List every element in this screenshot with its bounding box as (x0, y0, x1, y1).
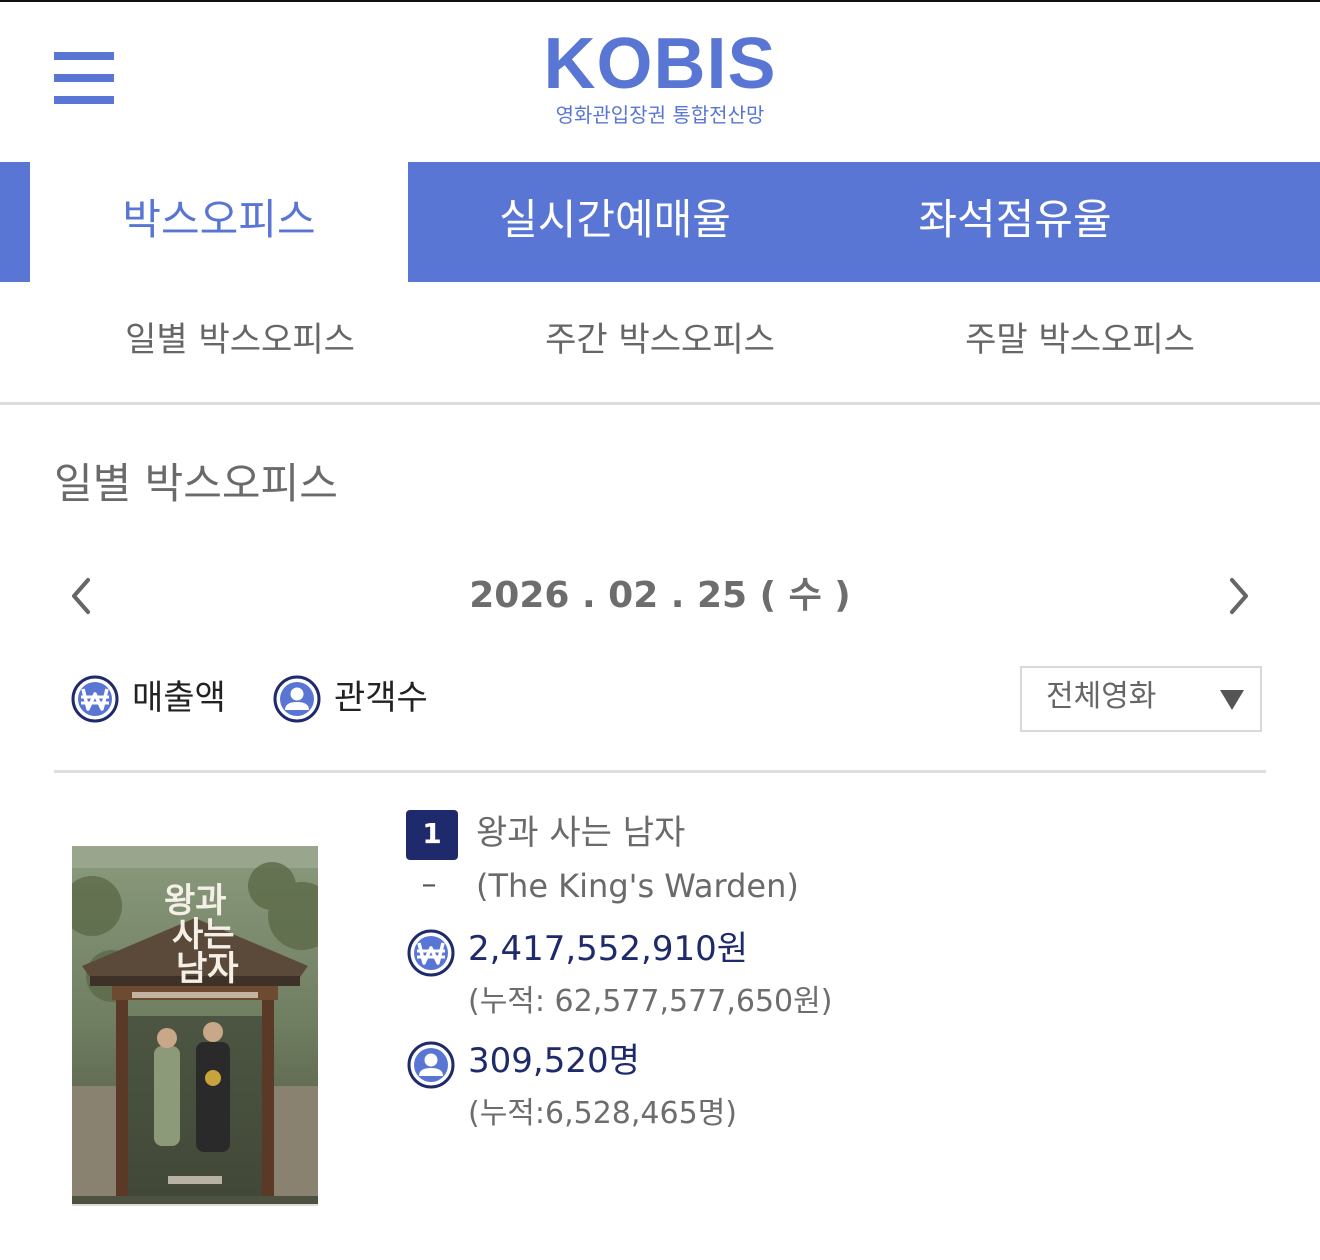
chevron-left-icon[interactable] (62, 572, 102, 620)
sales-toggle[interactable]: 매출액 (70, 672, 240, 726)
movie-title[interactable]: 왕과 사는 남자 (476, 810, 685, 856)
kobis-logo[interactable]: KOBIS 영화관입장권 통합전산망 (520, 26, 800, 128)
tab-realtime-reservation[interactable]: 실시간예매율 (420, 162, 810, 282)
sales-cumulative: (누적: 62,577,577,650원) (468, 984, 833, 1019)
date-label: 2026 . 02 . 25 ( 수 ) (469, 575, 851, 616)
subtab-weekly[interactable]: 주간 박스오피스 (480, 312, 840, 368)
audience-toggle[interactable]: 관객수 (272, 672, 442, 726)
movie-filter-value: 전체영화 (1046, 679, 1157, 714)
chevron-right-icon[interactable] (1218, 572, 1258, 620)
menu-bar (54, 52, 114, 60)
tab-box-office[interactable]: 박스오피스 (30, 162, 408, 282)
divider (54, 770, 1266, 773)
person-icon (273, 675, 321, 723)
rank-change: – (421, 867, 437, 902)
movie-title-english: (The King's Warden) (476, 867, 799, 905)
top-border (0, 0, 1320, 2)
won-icon (71, 675, 119, 723)
movie-poster[interactable]: 왕과 사는 남자 (62, 846, 336, 1204)
menu-bar (54, 96, 114, 104)
caret-down-icon (1220, 690, 1244, 710)
sales-value: 2,417,552,910원 (468, 929, 749, 969)
menu-icon[interactable] (54, 52, 114, 106)
tab-seat-occupancy[interactable]: 좌석점유율 (820, 162, 1210, 282)
svg-text:남자: 남자 (176, 949, 239, 989)
audience-cumulative: (누적:6,528,465명) (468, 1096, 737, 1131)
menu-bar (54, 74, 114, 82)
page-title: 일별 박스오피스 (54, 459, 338, 508)
logo-mark: KOBIS (543, 24, 777, 104)
subtab-weekend[interactable]: 주말 박스오피스 (900, 312, 1260, 368)
logo-subtitle: 영화관입장권 통합전산망 (555, 103, 765, 127)
audience-toggle-label: 관객수 (334, 678, 428, 718)
movie-filter-select[interactable]: 전체영화 (1020, 666, 1262, 732)
person-icon (407, 1041, 455, 1089)
primary-tab-bar: 박스오피스 실시간예매율 좌석점유율 (0, 162, 1320, 282)
won-icon (407, 929, 455, 977)
audience-value: 309,520명 (468, 1041, 640, 1081)
sales-toggle-label: 매출액 (132, 678, 226, 718)
rank-badge: 1 (406, 810, 458, 860)
divider (0, 402, 1320, 405)
subtab-daily[interactable]: 일별 박스오피스 (60, 312, 420, 368)
